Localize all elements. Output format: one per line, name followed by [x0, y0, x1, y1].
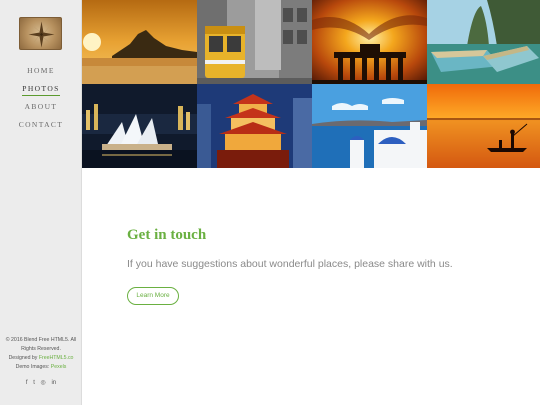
- compass-logo[interactable]: [19, 17, 62, 50]
- linkedin-icon[interactable]: in: [51, 380, 56, 386]
- social-links: f t ◎ in: [0, 379, 82, 386]
- twitter-icon[interactable]: t: [33, 380, 35, 386]
- contact-text: If you have suggestions about wonderful …: [127, 258, 453, 270]
- nav-item-about[interactable]: ABOUT: [0, 102, 82, 120]
- sydney-opera-house-image: [82, 84, 197, 168]
- demo-images-prefix: Demo Images:: [15, 364, 51, 370]
- copyright-text: © 2016 Blend Free HTML5. All Rights Rese…: [5, 337, 77, 352]
- gallery-tile-boats-islands[interactable]: [427, 0, 540, 84]
- rio-sunset-image: [82, 0, 197, 84]
- instagram-icon[interactable]: ◎: [41, 379, 46, 386]
- chinese-temple-image: [197, 84, 312, 168]
- brandenburg-gate-image: [312, 0, 427, 84]
- nav-item-home[interactable]: HOME: [0, 66, 82, 84]
- contact-heading: Get in touch: [127, 227, 207, 243]
- designed-by-link[interactable]: FreeHTML5.co: [39, 355, 74, 361]
- gallery-tile-sydney-opera-house[interactable]: [82, 84, 197, 168]
- sidebar: HOME PHOTOS ABOUT CONTACT © 2016 Blend F…: [0, 0, 82, 405]
- gallery-tile-lisbon-tram[interactable]: [197, 0, 312, 84]
- boats-islands-image: [427, 0, 540, 84]
- nav-item-label: HOME: [27, 66, 55, 75]
- nav-item-photos[interactable]: PHOTOS: [0, 84, 82, 102]
- gallery-tile-santorini[interactable]: [312, 84, 427, 168]
- photo-gallery: [82, 0, 540, 169]
- main-nav: HOME PHOTOS ABOUT CONTACT: [0, 66, 82, 138]
- nav-item-label: PHOTOS: [22, 84, 60, 96]
- nav-item-label: ABOUT: [24, 102, 58, 111]
- gallery-tile-rio-sunset[interactable]: [82, 0, 197, 84]
- sidebar-footer: © 2016 Blend Free HTML5. All Rights Rese…: [0, 336, 82, 372]
- nav-item-label: CONTACT: [18, 120, 64, 129]
- fisherman-sunset-image: [427, 84, 540, 168]
- designed-by-line: Designed by FreeHTML5.co: [0, 354, 82, 363]
- contact-section: Get in touch If you have suggestions abo…: [82, 169, 540, 405]
- demo-images-link[interactable]: Pexels: [51, 364, 67, 370]
- designed-by-prefix: Designed by: [8, 355, 39, 361]
- gallery-tile-chinese-temple[interactable]: [197, 84, 312, 168]
- gallery-tile-fisherman-sunset[interactable]: [427, 84, 540, 168]
- learn-more-button[interactable]: Learn More: [127, 287, 179, 305]
- facebook-icon[interactable]: f: [26, 380, 28, 386]
- nav-item-contact[interactable]: CONTACT: [0, 120, 82, 138]
- santorini-image: [312, 84, 427, 168]
- gallery-tile-brandenburg-gate[interactable]: [312, 0, 427, 84]
- lisbon-tram-image: [197, 0, 312, 84]
- demo-images-line: Demo Images: Pexels: [0, 363, 82, 372]
- compass-icon: [28, 21, 55, 48]
